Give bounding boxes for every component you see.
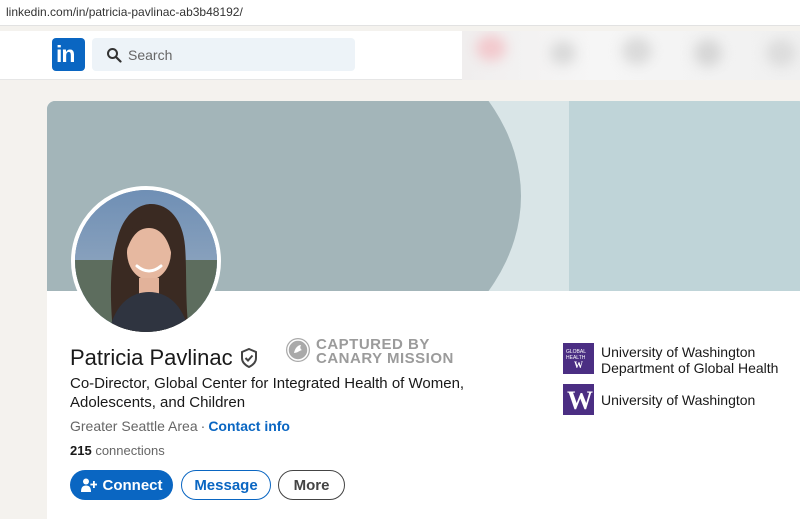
profile-name: Patricia Pavlinac bbox=[70, 345, 233, 370]
separator: · bbox=[200, 418, 206, 434]
connections-count[interactable]: 215 connections bbox=[70, 443, 165, 458]
watermark-line-2: CANARY MISSION bbox=[316, 350, 454, 367]
education-school-name: University of Washington bbox=[601, 392, 756, 408]
profile-location: Greater Seattle Area bbox=[70, 418, 198, 434]
add-person-icon bbox=[80, 478, 97, 492]
search-icon bbox=[107, 48, 122, 63]
profile-location-line: Greater Seattle Area · Contact info bbox=[70, 418, 290, 434]
linkedin-logo-text: in bbox=[56, 41, 75, 67]
url-text[interactable]: linkedin.com/in/patricia-pavlinac-ab3b48… bbox=[6, 5, 243, 19]
canary-mission-icon bbox=[286, 338, 310, 362]
linkedin-logo[interactable]: in bbox=[52, 38, 85, 71]
browser-url-bar[interactable]: linkedin.com/in/patricia-pavlinac-ab3b48… bbox=[0, 0, 800, 26]
connections-label: connections bbox=[95, 443, 165, 458]
more-button-label: More bbox=[293, 476, 330, 494]
top-navbar: in bbox=[0, 31, 800, 80]
profile-headline: Co-Director, Global Center for Integrate… bbox=[70, 375, 465, 411]
connect-button[interactable]: Connect bbox=[70, 470, 173, 500]
connect-button-label: Connect bbox=[102, 476, 163, 494]
profile-photo[interactable] bbox=[71, 186, 221, 336]
search-box[interactable] bbox=[92, 38, 355, 71]
verified-shield-icon[interactable] bbox=[240, 348, 258, 368]
uw-logo: W bbox=[563, 384, 594, 415]
uw-global-health-logo: GLOBAL HEALTH W bbox=[563, 343, 594, 374]
connections-number: 215 bbox=[70, 443, 92, 458]
profile-photo-image bbox=[75, 190, 217, 332]
experience-org-name: University of Washington bbox=[601, 344, 756, 360]
blurred-nav-icons bbox=[462, 31, 800, 80]
search-input[interactable] bbox=[128, 38, 348, 71]
contact-info-link[interactable]: Contact info bbox=[208, 418, 290, 434]
experience-department: Department of Global Health bbox=[601, 360, 779, 376]
more-button[interactable]: More bbox=[278, 470, 345, 500]
message-button-label: Message bbox=[194, 476, 258, 494]
message-button[interactable]: Message bbox=[181, 470, 271, 500]
